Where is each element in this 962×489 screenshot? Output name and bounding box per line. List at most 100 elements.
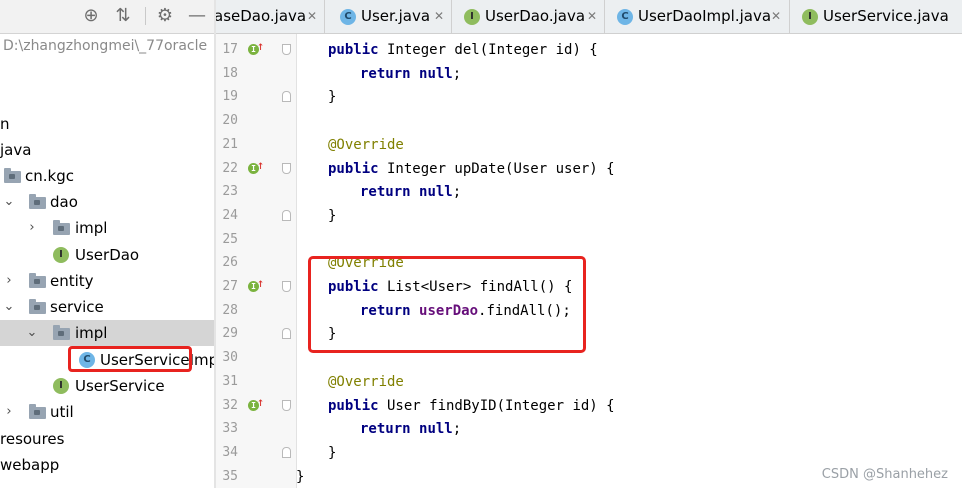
close-icon[interactable]: ✕ — [771, 0, 781, 33]
tree-item[interactable]: n — [0, 111, 214, 137]
tree-item-label: resoures — [0, 430, 65, 448]
package-icon — [4, 168, 21, 183]
fold-start-icon[interactable] — [282, 399, 291, 411]
locate-icon[interactable]: ⊕ — [80, 5, 102, 27]
tree-item-dao[interactable]: ⌄ dao — [0, 189, 214, 215]
code-text: } — [328, 326, 337, 343]
tree-item-userservice[interactable]: I UserService — [0, 373, 214, 399]
fold-end-icon[interactable] — [282, 328, 291, 340]
watermark: CSDN @Shanhehez — [821, 467, 948, 482]
code-text: } — [328, 89, 337, 106]
minimize-icon[interactable]: — — [186, 5, 208, 27]
line-number: 24 — [222, 207, 238, 223]
fold-end-icon[interactable] — [282, 209, 291, 221]
tree-item-webapp[interactable]: webapp — [0, 452, 214, 478]
tree-item-util[interactable]: › util — [0, 399, 214, 425]
chevron-down-icon[interactable]: ⌄ — [25, 320, 39, 346]
line-number: 35 — [222, 468, 238, 484]
tree-item-cn-kgc[interactable]: cn.kgc — [0, 163, 214, 189]
line-number: 30 — [222, 350, 238, 366]
tree-item-entity[interactable]: › entity — [0, 268, 214, 294]
code-text: public Integer del(Integer id) { — [328, 42, 598, 58]
implements-method-icon[interactable]: I ↑ — [248, 277, 264, 294]
chevron-down-icon[interactable]: ⌄ — [2, 294, 16, 320]
code-text: } — [328, 207, 337, 224]
tree-item-resoures[interactable]: resoures — [0, 426, 214, 452]
code-line[interactable]: 28 return userDao.findAll(); — [216, 299, 962, 323]
chevron-right-icon[interactable]: › — [2, 399, 16, 425]
tree-item-service-impl[interactable]: ⌄ impl — [0, 320, 214, 346]
line-number: 33 — [222, 421, 238, 437]
code-line[interactable]: 22 I ↑ public Integer upDate(User user) { — [216, 157, 962, 181]
code-line[interactable]: 25 — [216, 228, 962, 252]
tab-userdao-java[interactable]: I UserDao.java ✕ — [452, 0, 605, 33]
fold-start-icon[interactable] — [282, 281, 291, 292]
package-icon — [29, 299, 46, 314]
chevron-down-icon[interactable]: ⌄ — [2, 189, 16, 215]
tree-item-label: n — [0, 115, 10, 133]
code-line[interactable]: 21 @Override — [216, 133, 962, 157]
line-number: 27 — [222, 279, 238, 294]
tree-item-dao-impl[interactable]: › impl — [0, 215, 214, 241]
code-line[interactable]: 19} — [216, 85, 962, 109]
code-text: return null; — [360, 184, 462, 201]
line-number: 21 — [222, 136, 238, 152]
tree-item-userserviceimpl[interactable]: C UserServiceImpl — [0, 347, 214, 373]
line-number: 18 — [222, 65, 238, 81]
tree-item[interactable]: java — [0, 137, 214, 163]
interface-icon: I — [802, 9, 818, 25]
fold-end-icon[interactable] — [282, 446, 291, 458]
code-line[interactable]: 27 I ↑ public List<User> findAll() { — [216, 275, 962, 299]
code-text: } — [296, 468, 305, 485]
line-number: 23 — [222, 184, 238, 200]
tree-item-label: impl — [75, 219, 108, 237]
code-line[interactable]: 32 I ↑ public User findByID(Integer id) { — [216, 394, 962, 418]
code-line[interactable]: 33 return null; — [216, 417, 962, 441]
gear-icon[interactable]: ⚙ — [154, 5, 176, 27]
collapse-all-icon[interactable]: ⇅ — [112, 5, 134, 27]
code-text: return userDao.findAll(); — [360, 302, 571, 319]
close-icon[interactable]: ✕ — [587, 0, 597, 33]
code-line[interactable]: 29} — [216, 322, 962, 346]
tab-label: User.java — [361, 7, 431, 25]
tab-basedao[interactable]: aseDao.java ✕ — [216, 0, 325, 33]
editor-tabs: aseDao.java ✕ C User.java ✕ I UserDao.ja… — [216, 0, 962, 34]
fold-end-icon[interactable] — [282, 91, 291, 103]
implements-method-icon[interactable]: I ↑ — [248, 159, 264, 176]
project-toolbar: ⊕ ⇅ ⚙ — — [0, 0, 214, 34]
tab-userdaoimpl-java[interactable]: C UserDaoImpl.java ✕ — [605, 0, 790, 33]
tree-item-userdao[interactable]: I UserDao — [0, 242, 214, 268]
code-line[interactable]: 26 @Override — [216, 251, 962, 275]
tree-item-label: dao — [50, 193, 78, 211]
implements-method-icon[interactable]: I ↑ — [248, 396, 264, 413]
tree-item-label: impl — [75, 324, 108, 342]
close-icon[interactable]: ✕ — [307, 0, 317, 33]
package-icon — [29, 404, 46, 419]
fold-start-icon[interactable] — [282, 162, 291, 174]
line-number: 26 — [222, 255, 238, 271]
chevron-right-icon[interactable]: › — [2, 268, 16, 294]
close-icon[interactable]: ✕ — [434, 0, 444, 33]
line-number: 19 — [222, 89, 238, 105]
code-line[interactable]: 17 I ↑ public Integer del(Integer id) { — [216, 38, 962, 62]
fold-start-icon[interactable] — [282, 44, 291, 55]
implements-method-icon[interactable]: I ↑ — [248, 40, 264, 57]
tree-item-label: UserService — [75, 377, 165, 395]
project-panel: ⊕ ⇅ ⚙ — D:\zhangzhongmei\_77oracle n jav… — [0, 0, 214, 488]
code-line[interactable]: 31 @Override — [216, 370, 962, 394]
line-number: 34 — [222, 444, 238, 460]
tab-user-java[interactable]: C User.java ✕ — [325, 0, 452, 33]
code-text: @Override — [328, 136, 404, 153]
code-editor[interactable]: 17 I ↑ public Integer del(Integer id) {18 re… — [216, 34, 962, 488]
code-text: return null; — [360, 65, 462, 82]
code-line[interactable]: 23 return null; — [216, 180, 962, 204]
tree-item-service[interactable]: ⌄ service — [0, 294, 214, 320]
code-line[interactable]: 24} — [216, 204, 962, 228]
code-line[interactable]: 30 — [216, 346, 962, 370]
code-line[interactable]: 34} — [216, 441, 962, 465]
code-line[interactable]: 20 — [216, 109, 962, 133]
chevron-right-icon[interactable]: › — [25, 215, 39, 241]
package-icon — [29, 194, 46, 209]
tab-userservice-java[interactable]: I UserService.java — [790, 0, 962, 33]
code-line[interactable]: 18 return null; — [216, 62, 962, 86]
